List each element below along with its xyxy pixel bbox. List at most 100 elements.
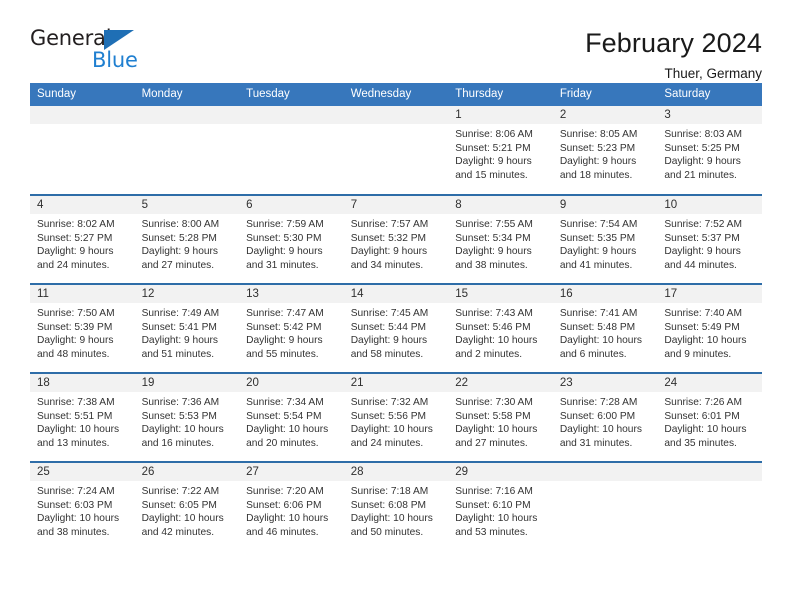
day-number: [30, 106, 135, 124]
daylight-text-line2: and 46 minutes.: [246, 526, 319, 538]
calendar-day-cell[interactable]: 25 Sunrise: 7:24 AM Sunset: 6:03 PM Dayligh…: [30, 461, 135, 551]
logo-text-blue: Blue: [92, 48, 138, 72]
day-cell-inner: 7 Sunrise: 7:57 AM Sunset: 5:32 PM Daylight…: [343, 196, 449, 283]
daylight-text-line1: Daylight: 9 hours: [141, 246, 219, 258]
calendar-day-cell[interactable]: 11 Sunrise: 7:50 AM Sunset: 5:39 PM Dayligh…: [30, 283, 135, 373]
calendar-day-cell[interactable]: 17 Sunrise: 7:40 AM Sunset: 5:49 PM Dayligh…: [657, 283, 762, 373]
day-details: Sunrise: 7:54 AM Sunset: 5:35 PM Daylight:…: [553, 214, 658, 272]
day-cell-inner: 23 Sunrise: 7:28 AM Sunset: 6:00 PM Dayligh…: [552, 374, 658, 461]
calendar-day-cell[interactable]: 22 Sunrise: 7:30 AM Sunset: 5:58 PM Dayligh…: [448, 372, 553, 462]
calendar-day-cell-empty: [343, 106, 449, 195]
daylight-text-line2: and 48 minutes.: [37, 348, 110, 360]
calendar-day-cell[interactable]: 1 Sunrise: 8:06 AM Sunset: 5:21 PM Daylight…: [448, 106, 553, 195]
day-details: Sunrise: 7:38 AM Sunset: 5:51 PM Daylight:…: [30, 392, 135, 450]
calendar-day-cell[interactable]: 9 Sunrise: 7:54 AM Sunset: 5:35 PM Daylight…: [552, 194, 658, 284]
daylight-text-line2: and 34 minutes.: [350, 259, 424, 271]
calendar-day-cell[interactable]: 7 Sunrise: 7:57 AM Sunset: 5:32 PM Daylight…: [343, 194, 449, 284]
sunrise-text: Sunrise: 7:34 AM: [246, 397, 324, 408]
daylight-text-line2: and 18 minutes.: [559, 169, 633, 181]
sunrise-text: Sunrise: 7:26 AM: [664, 397, 742, 408]
day-cell-inner: 29 Sunrise: 7:16 AM Sunset: 6:10 PM Dayligh…: [448, 463, 553, 551]
sunset-text: Sunset: 5:39 PM: [37, 321, 113, 333]
daylight-text-line1: Daylight: 9 hours: [664, 246, 741, 258]
daylight-text-line2: and 51 minutes.: [141, 348, 215, 360]
sunrise-text: Sunrise: 7:49 AM: [141, 308, 220, 319]
sunset-text: Sunset: 6:03 PM: [37, 499, 113, 511]
calendar-day-cell[interactable]: 3 Sunrise: 8:03 AM Sunset: 5:25 PM Daylight…: [657, 106, 762, 195]
day-number: 10: [657, 196, 762, 214]
daylight-text-line2: and 58 minutes.: [350, 348, 424, 360]
day-number: 16: [552, 285, 658, 303]
day-number: 14: [343, 285, 449, 303]
sunrise-text: Sunrise: 8:06 AM: [455, 129, 533, 140]
calendar-day-cell[interactable]: 4 Sunrise: 8:02 AM Sunset: 5:27 PM Daylight…: [30, 194, 135, 284]
calendar-day-cell[interactable]: 29 Sunrise: 7:16 AM Sunset: 6:10 PM Dayligh…: [448, 461, 553, 551]
calendar-day-cell[interactable]: 28 Sunrise: 7:18 AM Sunset: 6:08 PM Dayligh…: [343, 461, 449, 551]
day-details: Sunrise: 7:24 AM Sunset: 6:03 PM Daylight:…: [30, 481, 135, 539]
day-cell-inner: 20 Sunrise: 7:34 AM Sunset: 5:54 PM Dayligh…: [239, 374, 344, 461]
calendar-day-cell[interactable]: 13 Sunrise: 7:47 AM Sunset: 5:42 PM Dayligh…: [239, 283, 344, 373]
calendar-day-cell[interactable]: 6 Sunrise: 7:59 AM Sunset: 5:30 PM Daylight…: [239, 194, 344, 284]
daylight-text-line2: and 13 minutes.: [37, 437, 110, 449]
general-blue-logo[interactable]: General Blue: [30, 28, 142, 74]
day-cell-inner: [239, 106, 344, 194]
calendar-day-cell-empty: [552, 461, 658, 551]
daylight-text-line2: and 55 minutes.: [246, 348, 319, 360]
daylight-text-line1: Daylight: 10 hours: [37, 424, 120, 436]
sunrise-text: Sunrise: 7:54 AM: [559, 219, 638, 230]
calendar-day-cell[interactable]: 16 Sunrise: 7:41 AM Sunset: 5:48 PM Dayligh…: [552, 283, 658, 373]
calendar-day-cell[interactable]: 20 Sunrise: 7:34 AM Sunset: 5:54 PM Dayligh…: [239, 372, 344, 462]
sunset-text: Sunset: 5:48 PM: [559, 321, 636, 333]
calendar-day-cell[interactable]: 12 Sunrise: 7:49 AM Sunset: 5:41 PM Dayligh…: [134, 283, 240, 373]
calendar-day-cell[interactable]: 15 Sunrise: 7:43 AM Sunset: 5:46 PM Dayligh…: [448, 283, 553, 373]
calendar-day-cell[interactable]: 19 Sunrise: 7:36 AM Sunset: 5:53 PM Dayligh…: [134, 372, 240, 462]
day-number: 29: [448, 463, 553, 481]
weekday-header-saturday: Saturday: [657, 83, 762, 106]
sunset-text: Sunset: 5:53 PM: [141, 410, 217, 422]
calendar-day-cell[interactable]: 18 Sunrise: 7:38 AM Sunset: 5:51 PM Dayligh…: [30, 372, 135, 462]
day-details: Sunrise: 7:57 AM Sunset: 5:32 PM Daylight:…: [344, 214, 449, 272]
day-cell-inner: 13 Sunrise: 7:47 AM Sunset: 5:42 PM Dayligh…: [239, 285, 344, 372]
calendar-day-cell[interactable]: 26 Sunrise: 7:22 AM Sunset: 6:05 PM Dayligh…: [134, 461, 240, 551]
day-cell-inner: 15 Sunrise: 7:43 AM Sunset: 5:46 PM Dayligh…: [448, 285, 553, 372]
sunrise-text: Sunrise: 7:55 AM: [455, 219, 533, 230]
calendar-day-cell[interactable]: 14 Sunrise: 7:45 AM Sunset: 5:44 PM Dayligh…: [343, 283, 449, 373]
day-details: Sunrise: 7:41 AM Sunset: 5:48 PM Daylight:…: [553, 303, 658, 361]
day-cell-inner: 9 Sunrise: 7:54 AM Sunset: 5:35 PM Daylight…: [552, 196, 658, 283]
logo-triangle-icon: [104, 30, 134, 50]
sunrise-text: Sunrise: 7:43 AM: [455, 308, 533, 319]
daylight-text-line1: Daylight: 10 hours: [141, 513, 224, 525]
sunrise-text: Sunrise: 7:22 AM: [141, 486, 220, 497]
daylight-text-line2: and 27 minutes.: [455, 437, 528, 449]
daylight-text-line1: Daylight: 10 hours: [664, 335, 747, 347]
sunrise-text: Sunrise: 7:57 AM: [350, 219, 429, 230]
sunset-text: Sunset: 5:25 PM: [664, 142, 740, 154]
calendar-day-cell[interactable]: 10 Sunrise: 7:52 AM Sunset: 5:37 PM Dayligh…: [657, 194, 762, 284]
sunset-text: Sunset: 5:44 PM: [350, 321, 427, 333]
day-details: Sunrise: 8:05 AM Sunset: 5:23 PM Daylight:…: [553, 124, 658, 182]
day-number: [552, 463, 658, 481]
day-number: 5: [134, 196, 240, 214]
calendar-day-cell-empty: [239, 106, 344, 195]
daylight-text-line1: Daylight: 10 hours: [455, 513, 538, 525]
sunrise-text: Sunrise: 7:45 AM: [350, 308, 429, 319]
calendar-day-cell[interactable]: 8 Sunrise: 7:55 AM Sunset: 5:34 PM Daylight…: [448, 194, 553, 284]
daylight-text-line2: and 27 minutes.: [141, 259, 215, 271]
sunset-text: Sunset: 5:32 PM: [350, 232, 427, 244]
day-cell-inner: 22 Sunrise: 7:30 AM Sunset: 5:58 PM Dayligh…: [448, 374, 553, 461]
calendar-day-cell[interactable]: 23 Sunrise: 7:28 AM Sunset: 6:00 PM Dayligh…: [552, 372, 658, 462]
calendar-day-cell[interactable]: 5 Sunrise: 8:00 AM Sunset: 5:28 PM Daylight…: [134, 194, 240, 284]
calendar-day-cell[interactable]: 27 Sunrise: 7:20 AM Sunset: 6:06 PM Dayligh…: [239, 461, 344, 551]
day-number: 12: [134, 285, 240, 303]
calendar-day-cell[interactable]: 2 Sunrise: 8:05 AM Sunset: 5:23 PM Daylight…: [552, 106, 658, 195]
calendar-day-cell[interactable]: 24 Sunrise: 7:26 AM Sunset: 6:01 PM Dayligh…: [657, 372, 762, 462]
day-cell-inner: 11 Sunrise: 7:50 AM Sunset: 5:39 PM Dayligh…: [30, 285, 135, 372]
calendar-day-cell[interactable]: 21 Sunrise: 7:32 AM Sunset: 5:56 PM Dayligh…: [343, 372, 449, 462]
calendar-body: 1 Sunrise: 8:06 AM Sunset: 5:21 PM Daylight…: [30, 106, 762, 551]
day-cell-inner: 6 Sunrise: 7:59 AM Sunset: 5:30 PM Daylight…: [239, 196, 344, 283]
day-number: 22: [448, 374, 553, 392]
day-cell-inner: 18 Sunrise: 7:38 AM Sunset: 5:51 PM Dayligh…: [30, 374, 135, 461]
daylight-text-line2: and 41 minutes.: [559, 259, 633, 271]
daylight-text-line2: and 35 minutes.: [664, 437, 737, 449]
day-cell-inner: 1 Sunrise: 8:06 AM Sunset: 5:21 PM Daylight…: [448, 106, 553, 194]
